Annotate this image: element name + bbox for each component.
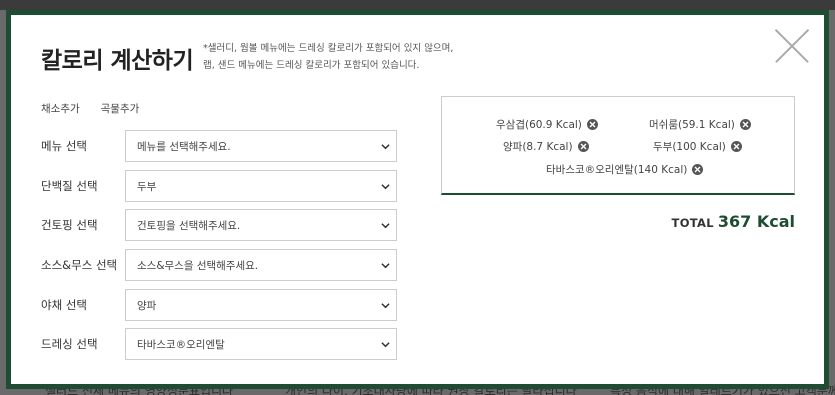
sauce-mousse-select-label: 소스&무스 선택 (41, 258, 118, 272)
add-tabs: 채소추가 곡물추가 (41, 101, 139, 116)
selected-item: 우삼겹(60.9 Kcal) (496, 117, 598, 132)
dressing-select[interactable]: 타바스코®오리엔탈 (125, 328, 397, 360)
remove-icon[interactable] (739, 119, 751, 130)
close-icon[interactable] (775, 29, 809, 63)
menu-select[interactable]: 메뉴를 선택해주세요. (125, 130, 397, 162)
note-line: 랩, 샌드 메뉴에는 드레싱 칼로리가 포함되어 있습니다. (203, 60, 420, 71)
remove-icon[interactable] (586, 119, 598, 130)
tab-add-vegetable[interactable]: 채소추가 (41, 101, 80, 116)
selected-item-label: 머쉬룸(59.1 Kcal) (649, 119, 735, 131)
vegetable-select-row: 야채 선택 양파 (41, 289, 401, 321)
chevron-down-icon (381, 340, 390, 349)
chevron-down-icon (381, 221, 390, 230)
vegetable-select[interactable]: 양파 (125, 289, 397, 321)
selected-item-label: 양파(8.7 Kcal) (503, 141, 573, 153)
dressing-select-value: 타바스코®오리엔탈 (137, 338, 225, 351)
dry-topping-select-row: 건토핑 선택 건토핑을 선택해주세요. (41, 209, 401, 241)
menu-select-row: 메뉴 선택 메뉴를 선택해주세요. (41, 130, 401, 162)
chevron-down-icon (381, 142, 390, 151)
selected-item: 타바스코®오리엔탈(140 Kcal) (546, 162, 704, 177)
sauce-mousse-select-value: 소스&무스을 선택해주세요. (137, 259, 259, 272)
dry-topping-select-value: 건토핑을 선택해주세요. (137, 219, 241, 232)
vegetable-select-label: 야채 선택 (41, 298, 87, 312)
dry-topping-select[interactable]: 건토핑을 선택해주세요. (125, 209, 397, 241)
selected-item: 양파(8.7 Kcal) (503, 139, 589, 154)
dry-topping-select-label: 건토핑 선택 (41, 218, 98, 232)
selected-item-label: 타바스코®오리엔탈(140 Kcal) (546, 164, 688, 176)
menu-select-value: 메뉴를 선택해주세요. (137, 140, 231, 153)
dressing-select-label: 드레싱 선택 (41, 337, 98, 351)
protein-select-value: 두부 (137, 180, 157, 193)
remove-icon[interactable] (692, 164, 704, 175)
background-header (0, 0, 835, 10)
total-label: TOTAL (671, 216, 714, 230)
protein-select-label: 단백질 선택 (41, 179, 98, 193)
vegetable-select-value: 양파 (137, 299, 157, 312)
modal-title: 칼로리 계산하기 (41, 48, 194, 74)
remove-icon[interactable] (577, 141, 589, 152)
dressing-note: *샐러디, 웜볼 메뉴에는 드레싱 칼로리가 포함되어 있지 않으며, 랩, 샌… (203, 40, 453, 74)
selected-item-label: 우삼겹(60.9 Kcal) (496, 119, 582, 131)
sauce-mousse-select[interactable]: 소스&무스을 선택해주세요. (125, 249, 397, 281)
protein-select-row: 단백질 선택 두부 (41, 170, 401, 202)
chevron-down-icon (381, 301, 390, 310)
total-calories: TOTAL 367 Kcal (672, 212, 795, 231)
selected-item: 두부(100 Kcal) (653, 139, 742, 154)
protein-select[interactable]: 두부 (125, 170, 397, 202)
chevron-down-icon (381, 182, 390, 191)
sauce-mousse-select-row: 소스&무스 선택 소스&무스을 선택해주세요. (41, 249, 401, 281)
tab-add-grain[interactable]: 곡물추가 (101, 101, 140, 116)
calorie-calculator-modal: 칼로리 계산하기 *샐러디, 웜볼 메뉴에는 드레싱 칼로리가 포함되어 있지 … (6, 10, 829, 389)
selected-item: 머쉬룸(59.1 Kcal) (649, 117, 751, 132)
menu-select-label: 메뉴 선택 (41, 139, 87, 153)
selected-items-box: 우삼겹(60.9 Kcal) 머쉬룸(59.1 Kcal) 양파(8.7 Kca… (441, 96, 795, 195)
chevron-down-icon (381, 261, 390, 270)
total-value: 367 Kcal (717, 212, 795, 231)
modal-body: 칼로리 계산하기 *샐러디, 웜볼 메뉴에는 드레싱 칼로리가 포함되어 있지 … (11, 15, 824, 384)
selected-item-label: 두부(100 Kcal) (653, 141, 726, 153)
dressing-select-row: 드레싱 선택 타바스코®오리엔탈 (41, 328, 401, 360)
remove-icon[interactable] (730, 141, 742, 152)
note-line: *샐러디, 웜볼 메뉴에는 드레싱 칼로리가 포함되어 있지 않으며, (203, 43, 454, 54)
